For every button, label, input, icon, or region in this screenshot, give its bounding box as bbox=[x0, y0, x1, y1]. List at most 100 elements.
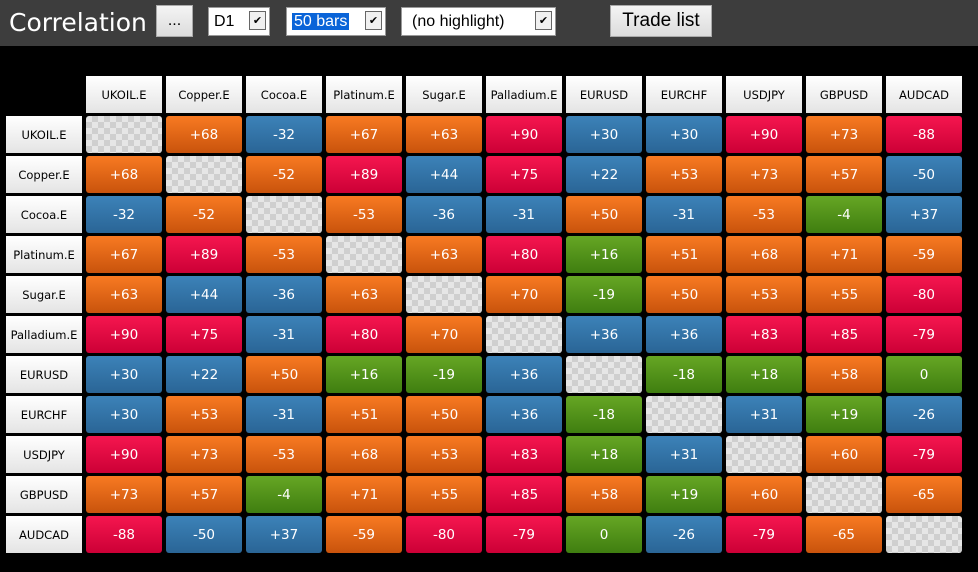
correlation-cell[interactable]: -88 bbox=[886, 116, 962, 153]
correlation-cell[interactable]: -88 bbox=[86, 516, 162, 553]
correlation-cell[interactable]: +73 bbox=[86, 476, 162, 513]
correlation-cell[interactable]: -80 bbox=[406, 516, 482, 553]
correlation-cell[interactable]: +30 bbox=[86, 356, 162, 393]
correlation-cell[interactable]: +68 bbox=[726, 236, 802, 273]
correlation-cell[interactable]: +53 bbox=[406, 436, 482, 473]
column-header[interactable]: Cocoa.E bbox=[246, 76, 322, 113]
correlation-cell[interactable]: +57 bbox=[166, 476, 242, 513]
correlation-cell[interactable]: -53 bbox=[246, 436, 322, 473]
row-header[interactable]: Copper.E bbox=[6, 156, 82, 193]
bars-select[interactable]: 50 bars ✔ bbox=[286, 7, 386, 36]
correlation-cell[interactable]: +30 bbox=[646, 116, 722, 153]
correlation-cell[interactable]: +71 bbox=[326, 476, 402, 513]
correlation-cell[interactable]: -18 bbox=[646, 356, 722, 393]
correlation-cell[interactable]: +53 bbox=[166, 396, 242, 433]
correlation-cell[interactable]: +30 bbox=[566, 116, 642, 153]
correlation-cell[interactable]: +63 bbox=[406, 116, 482, 153]
correlation-cell[interactable]: +60 bbox=[726, 476, 802, 513]
correlation-cell[interactable]: -26 bbox=[886, 396, 962, 433]
correlation-cell[interactable]: +68 bbox=[166, 116, 242, 153]
correlation-cell[interactable]: +58 bbox=[806, 356, 882, 393]
row-header[interactable]: UKOIL.E bbox=[6, 116, 82, 153]
correlation-cell[interactable]: -32 bbox=[86, 196, 162, 233]
correlation-cell[interactable]: +37 bbox=[246, 516, 322, 553]
correlation-cell[interactable]: +36 bbox=[486, 356, 562, 393]
correlation-cell[interactable]: -65 bbox=[806, 516, 882, 553]
correlation-cell[interactable]: -50 bbox=[886, 156, 962, 193]
column-header[interactable]: AUDCAD bbox=[886, 76, 962, 113]
column-header[interactable]: GBPUSD bbox=[806, 76, 882, 113]
correlation-cell[interactable]: +75 bbox=[486, 156, 562, 193]
column-header[interactable]: UKOIL.E bbox=[86, 76, 162, 113]
correlation-cell[interactable]: -4 bbox=[806, 196, 882, 233]
correlation-cell[interactable]: +68 bbox=[326, 436, 402, 473]
correlation-cell[interactable]: +36 bbox=[566, 316, 642, 353]
correlation-cell[interactable]: +44 bbox=[406, 156, 482, 193]
correlation-cell[interactable]: +55 bbox=[806, 276, 882, 313]
correlation-cell[interactable]: +50 bbox=[566, 196, 642, 233]
correlation-cell[interactable]: +63 bbox=[86, 276, 162, 313]
row-header[interactable]: Cocoa.E bbox=[6, 196, 82, 233]
diagonal-cell[interactable] bbox=[566, 356, 642, 393]
row-header[interactable]: Platinum.E bbox=[6, 236, 82, 273]
correlation-cell[interactable]: +89 bbox=[326, 156, 402, 193]
row-header[interactable]: Sugar.E bbox=[6, 276, 82, 313]
column-header[interactable]: Copper.E bbox=[166, 76, 242, 113]
correlation-cell[interactable]: +31 bbox=[726, 396, 802, 433]
highlight-select[interactable]: (no highlight) ✔ bbox=[401, 7, 556, 36]
trade-list-button[interactable]: Trade list bbox=[610, 5, 712, 37]
correlation-cell[interactable]: +73 bbox=[726, 156, 802, 193]
correlation-cell[interactable]: +90 bbox=[726, 116, 802, 153]
correlation-cell[interactable]: +50 bbox=[246, 356, 322, 393]
correlation-cell[interactable]: +16 bbox=[326, 356, 402, 393]
row-header[interactable]: AUDCAD bbox=[6, 516, 82, 553]
correlation-cell[interactable]: +37 bbox=[886, 196, 962, 233]
row-header[interactable]: GBPUSD bbox=[6, 476, 82, 513]
chevron-down-icon[interactable]: ✔ bbox=[535, 11, 552, 30]
correlation-cell[interactable]: +80 bbox=[326, 316, 402, 353]
correlation-cell[interactable]: -53 bbox=[726, 196, 802, 233]
row-header[interactable]: USDJPY bbox=[6, 436, 82, 473]
correlation-cell[interactable]: +51 bbox=[326, 396, 402, 433]
correlation-cell[interactable]: +19 bbox=[806, 396, 882, 433]
correlation-cell[interactable]: +31 bbox=[646, 436, 722, 473]
correlation-cell[interactable]: -19 bbox=[566, 276, 642, 313]
correlation-cell[interactable]: +75 bbox=[166, 316, 242, 353]
column-header[interactable]: Sugar.E bbox=[406, 76, 482, 113]
correlation-cell[interactable]: +16 bbox=[566, 236, 642, 273]
correlation-cell[interactable]: +51 bbox=[646, 236, 722, 273]
correlation-cell[interactable]: +63 bbox=[406, 236, 482, 273]
diagonal-cell[interactable] bbox=[646, 396, 722, 433]
chevron-down-icon[interactable]: ✔ bbox=[249, 11, 266, 30]
column-header[interactable]: USDJPY bbox=[726, 76, 802, 113]
diagonal-cell[interactable] bbox=[86, 116, 162, 153]
correlation-cell[interactable]: -31 bbox=[246, 396, 322, 433]
correlation-cell[interactable]: 0 bbox=[566, 516, 642, 553]
correlation-cell[interactable]: +90 bbox=[86, 436, 162, 473]
correlation-cell[interactable]: +22 bbox=[566, 156, 642, 193]
correlation-cell[interactable]: +44 bbox=[166, 276, 242, 313]
diagonal-cell[interactable] bbox=[326, 236, 402, 273]
correlation-cell[interactable]: -65 bbox=[886, 476, 962, 513]
correlation-cell[interactable]: +73 bbox=[166, 436, 242, 473]
correlation-cell[interactable]: -36 bbox=[246, 276, 322, 313]
correlation-cell[interactable]: +70 bbox=[406, 316, 482, 353]
correlation-cell[interactable]: +63 bbox=[326, 276, 402, 313]
correlation-cell[interactable]: +90 bbox=[86, 316, 162, 353]
correlation-cell[interactable]: +67 bbox=[326, 116, 402, 153]
correlation-cell[interactable]: +19 bbox=[646, 476, 722, 513]
correlation-cell[interactable]: -52 bbox=[166, 196, 242, 233]
correlation-cell[interactable]: +18 bbox=[726, 356, 802, 393]
correlation-cell[interactable]: +57 bbox=[806, 156, 882, 193]
correlation-cell[interactable]: +68 bbox=[86, 156, 162, 193]
correlation-cell[interactable]: +73 bbox=[806, 116, 882, 153]
correlation-cell[interactable]: +71 bbox=[806, 236, 882, 273]
row-header[interactable]: EURCHF bbox=[6, 396, 82, 433]
chevron-down-icon[interactable]: ✔ bbox=[365, 11, 382, 30]
correlation-cell[interactable]: -53 bbox=[246, 236, 322, 273]
correlation-cell[interactable]: -59 bbox=[326, 516, 402, 553]
row-header[interactable]: Palladium.E bbox=[6, 316, 82, 353]
correlation-cell[interactable]: -53 bbox=[326, 196, 402, 233]
correlation-cell[interactable]: +80 bbox=[486, 236, 562, 273]
correlation-cell[interactable]: -50 bbox=[166, 516, 242, 553]
